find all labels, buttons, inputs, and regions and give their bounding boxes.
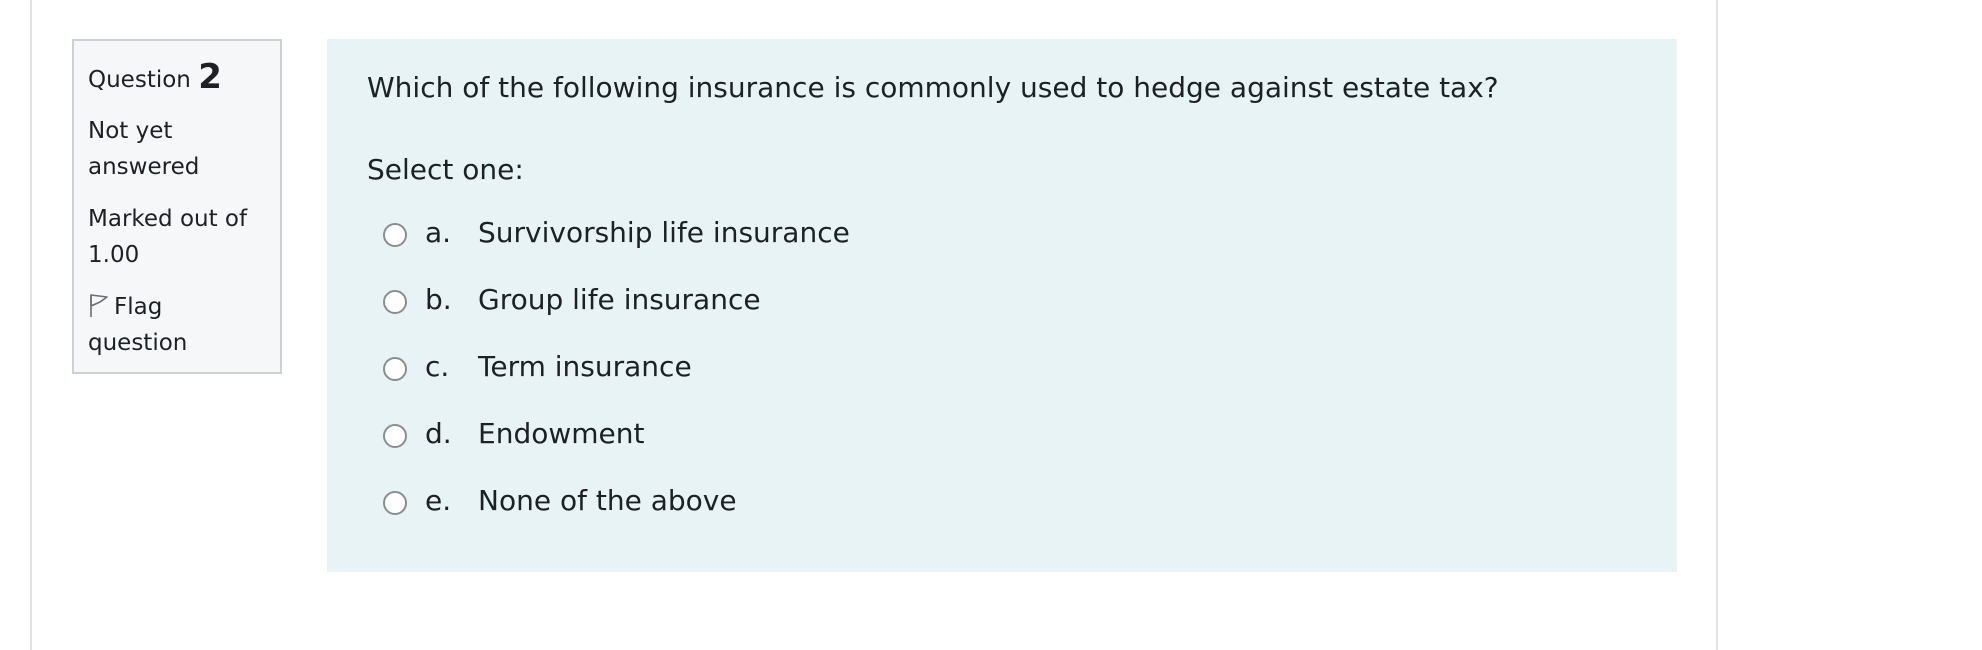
radio-unchecked-icon[interactable] [383, 222, 407, 247]
question-number: Question 2 [88, 55, 266, 99]
select-prompt: Select one: [367, 153, 524, 186]
option-text[interactable]: Endowment [478, 417, 644, 450]
radio-unchecked-icon[interactable] [383, 289, 407, 314]
option-text[interactable]: None of the above [478, 484, 737, 517]
answer-option-c[interactable]: c. Term insurance [367, 333, 1637, 400]
question-label: Question [88, 67, 191, 93]
option-letter: b. [425, 283, 452, 316]
radio-unchecked-icon[interactable] [383, 356, 407, 381]
option-text[interactable]: Survivorship life insurance [478, 216, 850, 249]
option-letter: a. [425, 216, 452, 249]
answer-option-e[interactable]: e. None of the above [367, 467, 1637, 534]
question-content: Which of the following insurance is comm… [327, 39, 1677, 572]
flag-icon [88, 292, 110, 318]
option-letter: c. [425, 350, 450, 383]
state-line-1: Not yet [88, 118, 173, 145]
grade-line-1: Marked out of [88, 206, 248, 233]
answer-option-b[interactable]: b. Group life insurance [367, 266, 1637, 333]
question-number-value: 2 [198, 57, 222, 97]
grade-line-2: 1.00 [88, 242, 140, 269]
answer-option-d[interactable]: d. Endowment [367, 400, 1637, 467]
answer-option-a[interactable]: a. Survivorship life insurance [367, 199, 1637, 266]
flag-line-1: Flag [114, 294, 163, 321]
radio-unchecked-icon[interactable] [383, 423, 407, 448]
option-text[interactable]: Term insurance [478, 350, 692, 383]
option-letter: e. [425, 484, 452, 517]
answer-options: a. Survivorship life insurance b. Group … [367, 199, 1637, 534]
flag-question-link[interactable]: Flag question [88, 289, 266, 361]
state-line-2: answered [88, 154, 200, 181]
question-state: Not yet answered [88, 113, 266, 185]
option-letter: d. [425, 417, 452, 450]
question-grade: Marked out of 1.00 [88, 201, 266, 273]
option-text[interactable]: Group life insurance [478, 283, 761, 316]
quiz-page: Question 2 Not yet answered Marked out o… [0, 0, 1982, 650]
flag-line-2: question [88, 330, 188, 357]
radio-unchecked-icon[interactable] [383, 490, 407, 515]
question-text: Which of the following insurance is comm… [367, 71, 1499, 104]
question-info-panel: Question 2 Not yet answered Marked out o… [72, 39, 282, 374]
